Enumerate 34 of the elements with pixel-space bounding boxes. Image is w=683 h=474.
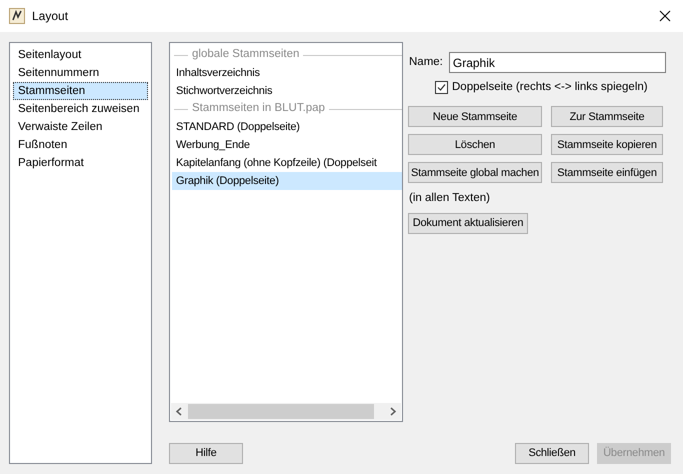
category-item[interactable]: Stammseiten [13, 82, 148, 100]
window-title: Layout [32, 8, 68, 25]
checkbox[interactable] [435, 81, 448, 94]
group-header: Stammseiten in BLUT.pap [191, 101, 326, 116]
category-item[interactable]: Seitenlayout [13, 46, 148, 64]
category-item[interactable]: Verwaiste Zeilen [13, 118, 148, 136]
button[interactable]: Stammseite einfügen [551, 162, 663, 184]
button[interactable]: Löschen [408, 134, 542, 156]
button[interactable]: Zur Stammseite [551, 106, 663, 128]
checkbox-label: Doppelseite (rechts <-> links spiegeln) [452, 80, 648, 95]
group-header: globale Stammseiten [191, 47, 300, 62]
scrollbar-thumb[interactable] [188, 404, 374, 419]
master-page-item[interactable]: Inhaltsverzeichnis [172, 64, 402, 82]
button[interactable]: Stammseite kopieren [551, 134, 663, 156]
category-item[interactable]: Papierformat [13, 154, 148, 172]
button[interactable]: Stammseite global machen [408, 162, 542, 184]
master-page-item[interactable]: Kapitelanfang (ohne Kopfzeile) (Doppelseit [172, 154, 402, 172]
category-item[interactable]: Seitenbereich zuweisen [13, 100, 148, 118]
category-item[interactable]: Fußnoten [13, 136, 148, 154]
button[interactable]: Schließen [515, 443, 589, 464]
close-icon[interactable] [659, 10, 671, 22]
check-icon [437, 83, 446, 92]
name-field[interactable]: Graphik [448, 52, 666, 73]
category-item[interactable]: Seitennummern [13, 64, 148, 82]
app-icon [9, 8, 25, 24]
button[interactable]: Neue Stammseite [408, 106, 542, 128]
button[interactable]: Dokument aktualisieren [408, 212, 528, 234]
button[interactable]: Hilfe [169, 443, 243, 464]
master-page-item[interactable]: Graphik (Doppelseite) [172, 172, 402, 190]
master-page-item[interactable]: Werbung_Ende [172, 136, 402, 154]
note-text: (in allen Texten) [409, 191, 491, 206]
name-label: Name: [409, 54, 443, 70]
master-page-item[interactable]: Stichwortverzeichnis [172, 82, 402, 100]
master-page-item[interactable]: STANDARD (Doppelseite) [172, 118, 402, 136]
